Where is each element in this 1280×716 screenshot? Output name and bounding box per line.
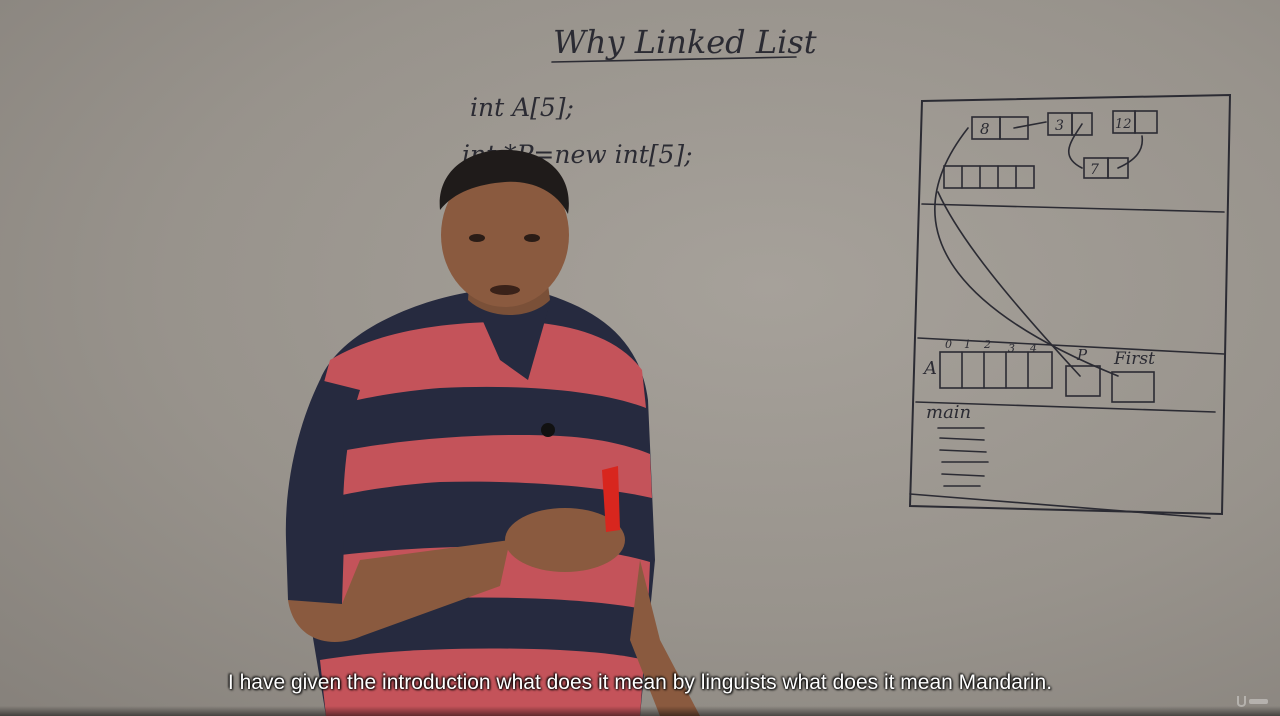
svg-text:4: 4	[1029, 342, 1037, 355]
stack-array	[939, 351, 1053, 389]
stack-frame-label: main	[926, 402, 971, 423]
link-arrow	[1013, 121, 1047, 129]
presenter	[285, 149, 700, 716]
whiteboard: Why Linked List int A[5]; int *P=new int…	[285, 23, 1232, 716]
svg-text:7: 7	[1090, 162, 1099, 178]
code-line-1: int A[5];	[470, 93, 574, 122]
svg-text:3: 3	[1008, 342, 1015, 355]
subtitle-caption: I have given the introduction what does …	[227, 671, 1053, 694]
heap-node: 8	[971, 116, 1029, 140]
player-bottom-edge	[0, 706, 1280, 716]
svg-text:2: 2	[983, 338, 991, 351]
board-title: Why Linked List	[553, 23, 817, 61]
pointer-label-p: P	[1076, 346, 1088, 364]
video-frame[interactable]: Why Linked List int A[5]; int *P=new int…	[0, 0, 1280, 716]
svg-text:1: 1	[964, 338, 971, 351]
pointer-p-box	[1065, 365, 1101, 397]
stack-divider-bottom	[909, 493, 1211, 519]
heap-node: 12	[1112, 110, 1158, 134]
array-label-a: A	[922, 358, 937, 379]
svg-text:8: 8	[980, 120, 990, 138]
heap-divider	[921, 203, 1225, 213]
svg-text:12: 12	[1115, 117, 1132, 132]
heap-array	[943, 165, 1035, 189]
svg-text:3: 3	[1055, 118, 1064, 134]
pointer-label-first: First	[1113, 349, 1155, 369]
memory-diagram: 8 3 12 7 A 0 1 2 3 4 P First main	[908, 93, 1232, 519]
link-arrow	[1117, 135, 1144, 169]
main-code-lines	[937, 427, 989, 487]
svg-text:0: 0	[945, 338, 952, 351]
heap-node: 3	[1047, 112, 1093, 136]
link-arrow	[1068, 123, 1083, 169]
heap-node: 7	[1083, 157, 1129, 179]
